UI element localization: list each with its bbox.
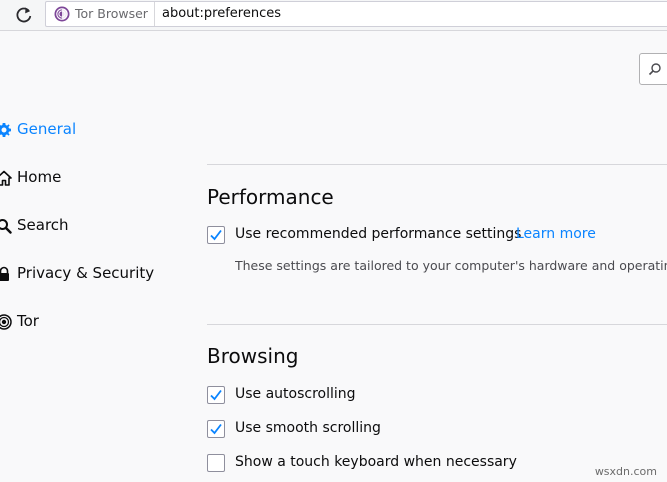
touch-keyboard-checkbox[interactable]	[207, 454, 225, 472]
navigation-toolbar: Tor Browser about:preferences	[0, 0, 667, 31]
identity-label: Tor Browser	[75, 6, 148, 21]
search-icon	[0, 218, 12, 234]
checkmark-icon	[210, 229, 222, 241]
section-divider	[207, 164, 667, 165]
url-bar[interactable]: Tor Browser about:preferences	[45, 1, 667, 27]
tor-logo-icon	[54, 6, 70, 22]
sidebar-item-privacy-security[interactable]: Privacy & Security	[0, 260, 190, 288]
learn-more-link[interactable]: Learn more	[516, 226, 596, 242]
url-text[interactable]: about:preferences	[162, 6, 281, 21]
checkmark-icon	[210, 423, 222, 435]
watermark-text: wsxdn.com	[594, 465, 657, 478]
sidebar-item-label: Tor	[17, 312, 39, 330]
autoscrolling-row: Use autoscrolling	[207, 385, 667, 407]
reload-icon[interactable]	[14, 5, 34, 25]
performance-heading: Performance	[207, 185, 334, 209]
smooth-scrolling-checkbox[interactable]	[207, 420, 225, 438]
sidebar-item-tor[interactable]: Tor	[0, 308, 190, 336]
search-icon	[648, 63, 661, 76]
performance-hint-text: These settings are tailored to your comp…	[235, 258, 667, 273]
sidebar-item-search[interactable]: Search	[0, 212, 190, 240]
sidebar-item-general[interactable]: General	[0, 116, 190, 144]
identity-box[interactable]: Tor Browser	[46, 2, 155, 26]
gear-icon	[0, 122, 12, 138]
preferences-search-input[interactable]	[639, 53, 667, 85]
sidebar-item-label: Search	[17, 216, 69, 234]
section-divider	[207, 324, 667, 325]
browsing-heading: Browsing	[207, 344, 299, 368]
home-icon	[0, 170, 12, 186]
autoscrolling-checkbox[interactable]	[207, 386, 225, 404]
onion-icon	[0, 314, 12, 330]
checkmark-icon	[210, 389, 222, 401]
autoscrolling-label[interactable]: Use autoscrolling	[235, 386, 356, 402]
smooth-scrolling-label[interactable]: Use smooth scrolling	[235, 420, 381, 436]
smooth-scrolling-row: Use smooth scrolling	[207, 419, 667, 441]
recommended-performance-checkbox[interactable]	[207, 226, 225, 244]
sidebar-item-home[interactable]: Home	[0, 164, 190, 192]
sidebar-item-label: Home	[17, 168, 62, 186]
recommended-performance-label[interactable]: Use recommended performance settings	[235, 226, 521, 242]
touch-keyboard-label[interactable]: Show a touch keyboard when necessary	[235, 454, 517, 470]
recommended-performance-row: Use recommended performance settings Lea…	[207, 225, 667, 247]
lock-icon	[0, 266, 12, 282]
sidebar-item-label: Privacy & Security	[17, 264, 155, 282]
sidebar-item-label: General	[17, 120, 77, 138]
